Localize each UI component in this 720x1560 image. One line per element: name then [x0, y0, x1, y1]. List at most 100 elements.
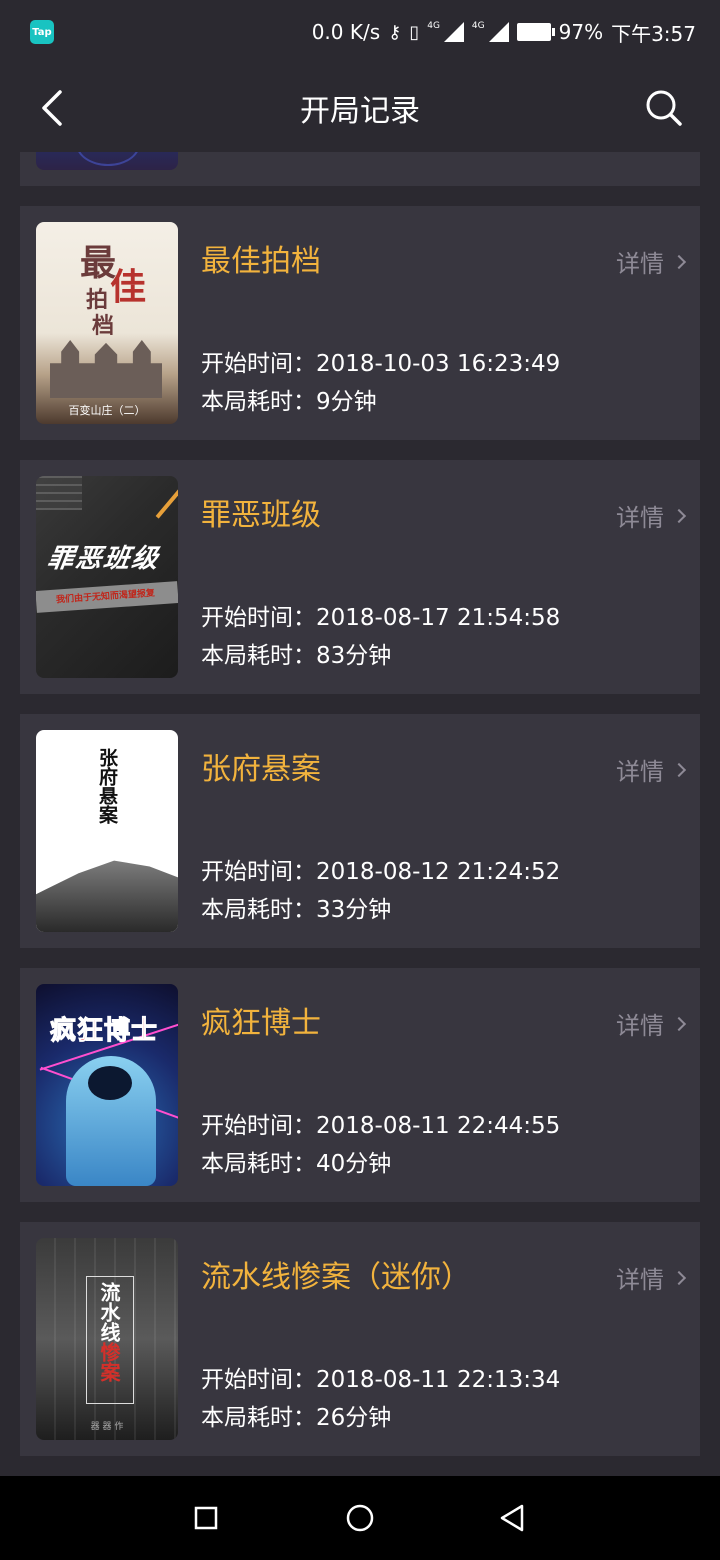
start-time-row: 开始时间：2018-08-11 22:44:55	[201, 1106, 560, 1140]
battery-icon	[516, 23, 555, 41]
cover-title-red: 惨案	[97, 1342, 121, 1382]
detail-link[interactable]: 详情	[616, 498, 687, 533]
cover-title: 张府悬案	[96, 748, 118, 824]
chevron-right-icon	[671, 1270, 687, 1285]
duration-row: 本局耗时：26分钟	[201, 1398, 391, 1432]
record-cover: 罪恶班级 我们由于无知而渴望报复	[36, 476, 178, 678]
chevron-right-icon	[671, 1016, 687, 1031]
cover-face	[88, 1066, 132, 1100]
app-header: 开局记录	[0, 64, 720, 152]
status-right: 0.0 K/s ⚷ ▯ 4G 4G 97% 下午3:57	[312, 18, 696, 47]
duration-value: 33分钟	[316, 897, 392, 923]
record-cover: 最 佳 拍 档 百变山庄（二）	[36, 222, 178, 424]
home-button[interactable]	[340, 1498, 380, 1538]
cover-title: 罪恶班级	[45, 544, 162, 574]
record-title: 最佳拍档	[201, 244, 321, 279]
search-icon	[646, 90, 682, 126]
start-time-value: 2018-08-11 22:13:34	[316, 1367, 561, 1393]
duration-label: 本局耗时：	[201, 1405, 316, 1431]
detail-link[interactable]: 详情	[616, 752, 687, 787]
cover-title-char: 佳	[110, 266, 147, 308]
system-back-button[interactable]	[492, 1498, 532, 1538]
circle-icon	[346, 1504, 374, 1532]
record-card[interactable]: 张府悬案 张府悬案 详情 开始时间：2018-08-12 21:24:52 本局…	[20, 714, 700, 948]
page-title: 开局记录	[300, 94, 420, 129]
system-nav-bar	[0, 1476, 720, 1560]
duration-value: 83分钟	[316, 643, 392, 669]
detail-link[interactable]: 详情	[616, 1260, 687, 1295]
back-button[interactable]	[34, 86, 74, 130]
detail-link[interactable]: 详情	[616, 1006, 687, 1041]
record-card[interactable]: 罪恶班级 我们由于无知而渴望报复 罪恶班级 详情 开始时间：2018-08-17…	[20, 460, 700, 694]
duration-label: 本局耗时：	[201, 389, 316, 415]
record-card[interactable]: 最 佳 拍 档 百变山庄（二） 最佳拍档 详情 开始时间：2018-10-03 …	[20, 206, 700, 440]
detail-label: 详情	[616, 1012, 664, 1040]
duration-row: 本局耗时：33分钟	[201, 890, 391, 924]
start-time-value: 2018-08-12 21:24:52	[316, 859, 561, 885]
net-speed: 0.0 K/s	[311, 20, 381, 44]
record-list[interactable]: 最 佳 拍 档 百变山庄（二） 最佳拍档 详情 开始时间： 2018-10-03 …	[0, 152, 720, 1476]
cover-title-char: 档	[92, 313, 115, 339]
detail-label: 详情	[616, 758, 664, 786]
chevron-right-icon	[671, 254, 687, 269]
detail-label: 详情	[616, 504, 664, 532]
triangle-back-icon	[500, 1504, 524, 1532]
duration-label: 本局耗时：	[201, 1151, 316, 1177]
cover-title-white: 流水线	[97, 1282, 121, 1342]
tap-app-icon: Tap	[30, 20, 54, 44]
square-icon	[194, 1506, 218, 1530]
duration-value: 9分钟	[316, 389, 377, 415]
record-card[interactable]: 流水线 惨案 器 器 作 流水线惨案（迷你） 详情 开始时间：2018-08-1…	[20, 1222, 700, 1456]
start-time-row: 开始时间：2018-08-17 21:54:58	[201, 598, 560, 632]
start-time-value: 2018-08-11 22:44:55	[316, 1113, 561, 1139]
start-time-label: 开始时间：	[201, 859, 316, 885]
record-title: 流水线惨案（迷你）	[201, 1260, 471, 1295]
record-title: 罪恶班级	[201, 498, 321, 533]
detail-link[interactable]: 详情	[616, 244, 687, 279]
cover-grid	[36, 476, 82, 510]
recents-button[interactable]	[186, 1498, 226, 1538]
signal-icon	[443, 22, 464, 42]
cover-band: 我们由于无知而渴望报复	[36, 581, 178, 613]
back-arrow-icon	[42, 90, 62, 126]
record-cover: 疯狂博士	[36, 984, 178, 1186]
cover-pencil	[155, 485, 178, 519]
duration-label: 本局耗时：	[201, 643, 316, 669]
cover-title: 流水线 惨案	[86, 1282, 132, 1382]
start-time-label: 开始时间：	[201, 1367, 316, 1393]
battery-level: 97%	[558, 20, 604, 44]
partial-text	[200, 152, 440, 158]
vibrate-icon: ▯	[409, 21, 420, 43]
detail-label: 详情	[616, 1266, 664, 1294]
search-button[interactable]	[644, 88, 684, 128]
duration-row: 本局耗时：40分钟	[201, 1144, 391, 1178]
start-time-label: 开始时间：	[201, 605, 316, 631]
duration-label: 本局耗时：	[201, 897, 316, 923]
start-time-row: 开始时间：2018-08-12 21:24:52	[201, 852, 560, 886]
net-type-2: 4G	[471, 21, 485, 31]
start-time-value: 2018-08-17 21:54:58	[316, 605, 561, 631]
net-type-1: 4G	[427, 21, 440, 31]
record-card-partial[interactable]	[20, 152, 700, 186]
cover-caption: 器 器 作	[90, 1422, 124, 1432]
start-time-value: 2018-10-03 16:23:49	[316, 351, 561, 377]
duration-row: 本局耗时：83分钟	[201, 636, 391, 670]
record-cover: 张府悬案	[36, 730, 178, 932]
record-cover: 流水线 惨案 器 器 作	[36, 1238, 178, 1440]
record-cover	[36, 152, 178, 170]
duration-value: 40分钟	[316, 1151, 392, 1177]
chevron-right-icon	[671, 762, 687, 777]
chevron-right-icon	[671, 508, 687, 523]
clock: 下午3:57	[611, 21, 696, 46]
signal-icon	[488, 22, 509, 42]
start-time-row: 开始时间：2018-08-11 22:13:34	[201, 1360, 560, 1394]
record-card[interactable]: 疯狂博士 疯狂博士 详情 开始时间：2018-08-11 22:44:55 本局…	[20, 968, 700, 1202]
cover-caption: 百变山庄（二）	[68, 404, 146, 417]
duration-row: 本局耗时：9分钟	[201, 382, 377, 416]
start-time-label: 开始时间：	[201, 1113, 316, 1139]
record-title: 张府悬案	[201, 752, 321, 787]
record-title: 疯狂博士	[201, 1006, 321, 1041]
status-bar: Tap 0.0 K/s ⚷ ▯ 4G 4G 97% 下午3:57	[0, 0, 720, 64]
cover-caption: 我们由于无知而渴望报复	[55, 588, 156, 606]
cover-castle	[50, 340, 162, 398]
